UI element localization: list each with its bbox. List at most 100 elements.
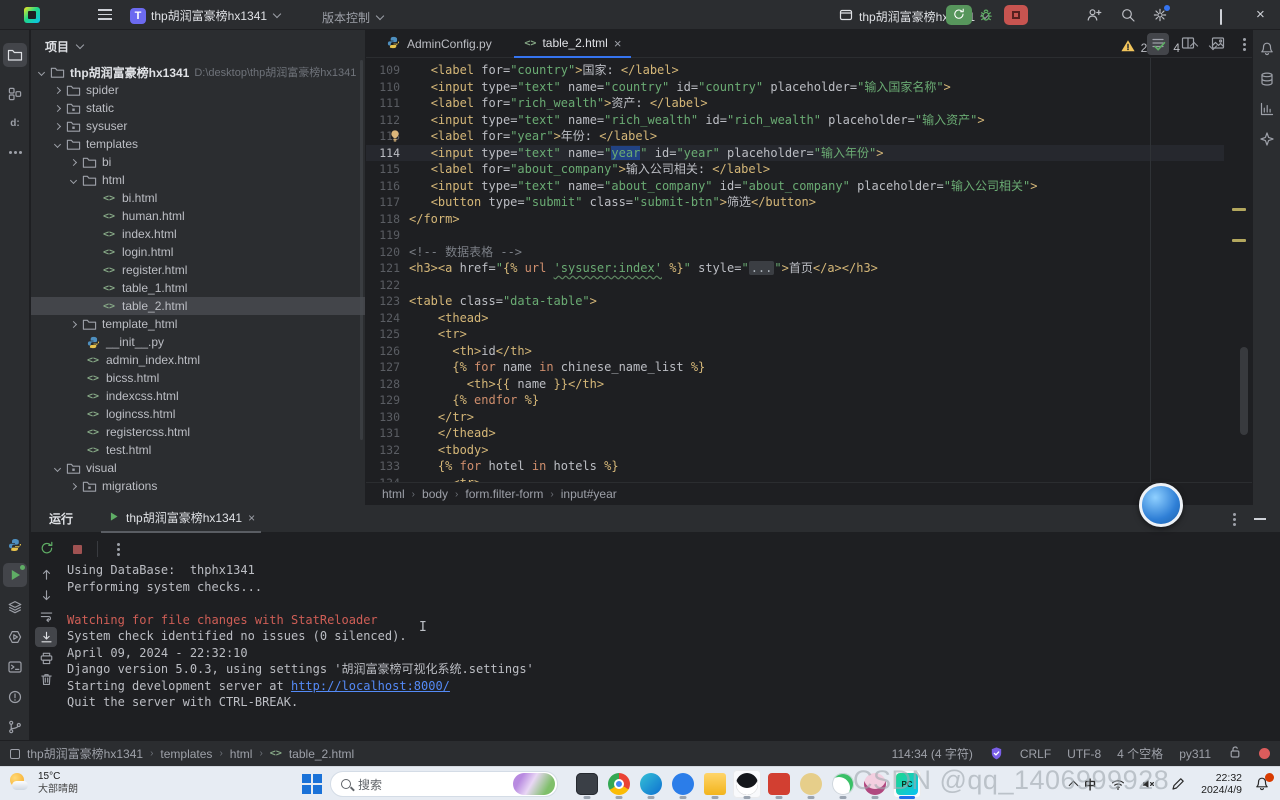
tree-item-html[interactable]: html bbox=[31, 171, 365, 189]
debug-button[interactable] bbox=[978, 7, 994, 26]
tree-item-index.html[interactable]: <>index.html bbox=[31, 225, 365, 243]
problems-icon[interactable] bbox=[3, 685, 27, 709]
pen-icon[interactable] bbox=[1170, 776, 1186, 792]
status-crumb-table_2.html[interactable]: table_2.html bbox=[289, 747, 354, 761]
hide-panel-icon[interactable] bbox=[1254, 518, 1266, 520]
chevron-right-icon[interactable] bbox=[54, 104, 61, 111]
tree-item-indexcss.html[interactable]: <>indexcss.html bbox=[31, 387, 365, 405]
editor-tab-AdminConfig.py[interactable]: AdminConfig.py bbox=[376, 30, 502, 58]
close-icon[interactable]: × bbox=[614, 36, 622, 51]
breadcrumb-form.filter-form[interactable]: form.filter-form bbox=[465, 487, 543, 501]
rerun-button[interactable] bbox=[946, 5, 972, 25]
breadcrumb-body[interactable]: body bbox=[422, 487, 448, 501]
tree-item-spider[interactable]: spider bbox=[31, 81, 365, 99]
code-with-me-button[interactable] bbox=[1086, 7, 1102, 26]
inspections-widget[interactable]: 2 4 bbox=[1120, 38, 1216, 57]
stop-button[interactable] bbox=[67, 539, 87, 559]
kebab-icon[interactable] bbox=[1243, 43, 1246, 46]
scroll-down-icon[interactable] bbox=[35, 585, 57, 605]
chevron-right-icon[interactable] bbox=[54, 122, 61, 129]
warning-mark[interactable] bbox=[1232, 208, 1246, 211]
file-encoding[interactable]: UTF-8 bbox=[1067, 747, 1101, 761]
run-tool-icon[interactable] bbox=[3, 563, 27, 587]
taskbar-app-edge[interactable] bbox=[637, 770, 665, 798]
structure-icon[interactable] bbox=[3, 82, 27, 106]
tree-item-templates[interactable]: templates bbox=[31, 135, 365, 153]
tree-item-template_html[interactable]: template_html bbox=[31, 315, 365, 333]
notification-bell-icon[interactable] bbox=[1254, 776, 1270, 792]
search-everywhere-button[interactable] bbox=[1120, 7, 1136, 26]
tree-item-thphx1341[interactable]: thp胡润富豪榜hx1341D:\desktop\thp胡润富豪榜hx1341 bbox=[31, 63, 365, 81]
tree-item-bi.html[interactable]: <>bi.html bbox=[31, 189, 365, 207]
project-panel-header[interactable]: 项目 bbox=[31, 30, 365, 62]
indent-style[interactable]: 4 个空格 bbox=[1117, 745, 1163, 762]
maximize-button[interactable] bbox=[1220, 10, 1222, 24]
tree-item-admin_index.html[interactable]: <>admin_index.html bbox=[31, 351, 365, 369]
floating-assistant-orb[interactable] bbox=[1139, 483, 1183, 527]
weather-widget[interactable]: 15°C 大部晴朗 bbox=[8, 770, 78, 796]
version-control-icon[interactable] bbox=[3, 715, 27, 739]
lock-icon[interactable] bbox=[1227, 744, 1243, 763]
chevron-down-icon[interactable] bbox=[54, 464, 61, 471]
clear-console-icon[interactable] bbox=[35, 669, 57, 689]
kebab-icon[interactable] bbox=[1233, 518, 1236, 521]
notifications-icon[interactable] bbox=[1255, 37, 1279, 61]
taskbar-app-chrome[interactable] bbox=[605, 770, 633, 798]
run-tab[interactable]: thp胡润富豪榜hx1341 × bbox=[101, 505, 261, 533]
taskbar-app-qq[interactable] bbox=[733, 770, 761, 798]
code-editor[interactable]: 109 <label for="country">国家: </label>110… bbox=[366, 58, 1224, 482]
tree-item-__init__.py[interactable]: __init__.py bbox=[31, 333, 365, 351]
line-ending[interactable]: CRLF bbox=[1020, 747, 1051, 761]
close-icon[interactable]: × bbox=[248, 511, 255, 525]
chevron-down-icon[interactable] bbox=[70, 176, 77, 183]
more-tool-windows-icon[interactable] bbox=[3, 140, 27, 164]
settings-button[interactable] bbox=[1152, 7, 1168, 26]
status-breadcrumbs[interactable]: thp胡润富豪榜hx1341›templates›html›<>table_2.… bbox=[10, 745, 354, 762]
chevron-right-icon[interactable] bbox=[70, 320, 77, 327]
ai-assistant-icon[interactable] bbox=[1255, 127, 1279, 151]
database-icon[interactable] bbox=[1255, 67, 1279, 91]
console-link[interactable]: http://localhost:8000/ bbox=[291, 679, 450, 693]
python-packages-icon[interactable] bbox=[3, 625, 27, 649]
tree-item-logincss.html[interactable]: <>logincss.html bbox=[31, 405, 365, 423]
breadcrumb-input#year[interactable]: input#year bbox=[561, 487, 617, 501]
tree-item-login.html[interactable]: <>login.html bbox=[31, 243, 365, 261]
caret-position[interactable]: 114:34 (4 字符) bbox=[892, 745, 973, 762]
tree-item-test.html[interactable]: <>test.html bbox=[31, 441, 365, 459]
tree-item-sysuser[interactable]: sysuser bbox=[31, 117, 365, 135]
next-problem-icon[interactable] bbox=[1209, 42, 1217, 50]
tree-item-table_1.html[interactable]: <>table_1.html bbox=[31, 279, 365, 297]
taskbar-app-netdisk[interactable] bbox=[669, 770, 697, 798]
status-crumb-templates[interactable]: templates bbox=[160, 747, 212, 761]
status-crumb-thp胡润富豪榜hx1341[interactable]: thp胡润富豪榜hx1341 bbox=[27, 745, 143, 762]
notification-dot[interactable] bbox=[1259, 748, 1270, 759]
close-button[interactable]: × bbox=[1256, 7, 1265, 22]
tree-item-registercss.html[interactable]: <>registercss.html bbox=[31, 423, 365, 441]
chevron-right-icon[interactable] bbox=[70, 158, 77, 165]
scroll-to-end-icon[interactable] bbox=[35, 627, 57, 647]
tree-item-human.html[interactable]: <>human.html bbox=[31, 207, 365, 225]
chevron-right-icon[interactable] bbox=[70, 482, 77, 489]
python-console-icon[interactable] bbox=[3, 533, 27, 557]
soft-wrap-icon[interactable] bbox=[35, 606, 57, 626]
terminal-icon[interactable] bbox=[3, 655, 27, 679]
editor-scrollbar[interactable] bbox=[1240, 347, 1248, 435]
status-crumb-html[interactable]: html bbox=[230, 747, 253, 761]
project-icon[interactable] bbox=[3, 43, 27, 67]
tree-item-register.html[interactable]: <>register.html bbox=[31, 261, 365, 279]
rerun-button[interactable] bbox=[37, 539, 57, 559]
main-menu-icon[interactable] bbox=[98, 9, 112, 21]
tree-item-bi[interactable]: bi bbox=[31, 153, 365, 171]
taskbar-app-dark-app[interactable] bbox=[573, 770, 601, 798]
services-icon[interactable] bbox=[3, 595, 27, 619]
taskbar-app-game[interactable] bbox=[797, 770, 825, 798]
tree-item-static[interactable]: static bbox=[31, 99, 365, 117]
run-console[interactable]: Using DataBase: thphx1341Performing syst… bbox=[67, 562, 1270, 740]
taskbar-app-file-explorer[interactable] bbox=[701, 770, 729, 798]
start-button[interactable] bbox=[302, 774, 322, 794]
statistics-icon[interactable] bbox=[1255, 97, 1279, 121]
django-tool-icon[interactable]: d: bbox=[3, 111, 27, 135]
tree-item-visual[interactable]: visual bbox=[31, 459, 365, 477]
print-icon[interactable] bbox=[35, 648, 57, 668]
taskbar-clock[interactable]: 22:32 2024/4/9 bbox=[1201, 772, 1242, 796]
